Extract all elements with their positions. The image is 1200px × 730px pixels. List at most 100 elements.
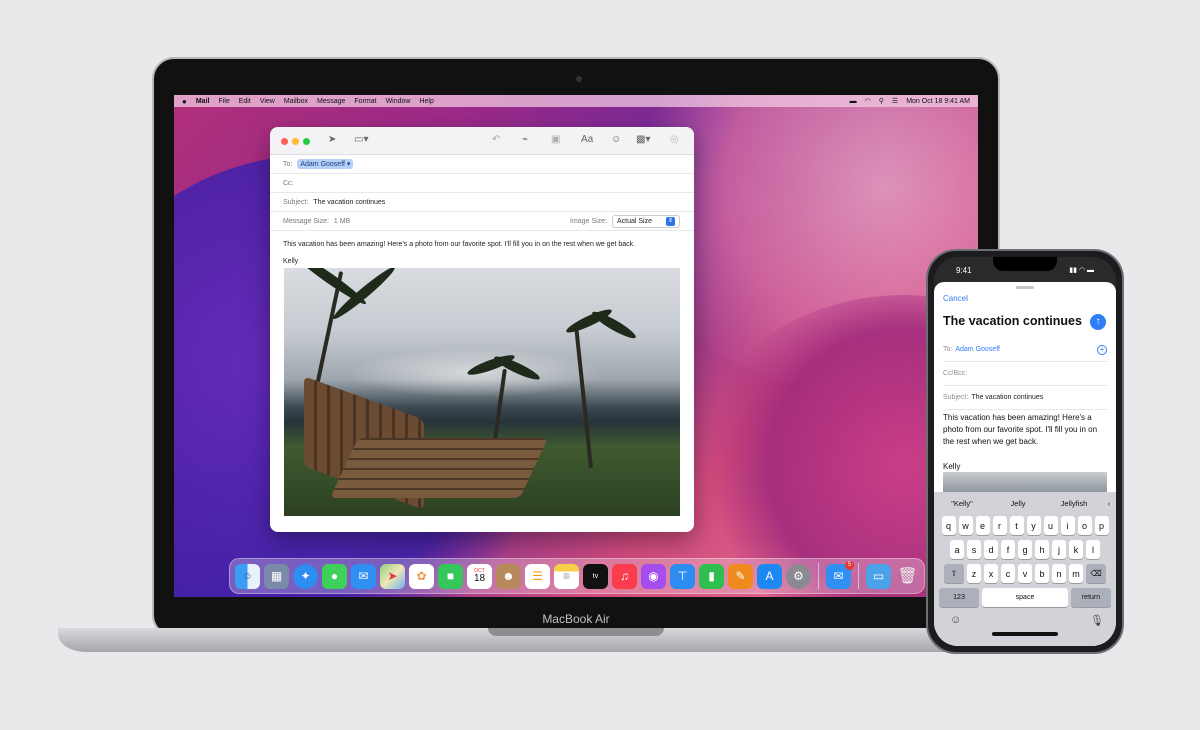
dock-tv[interactable]: tv bbox=[583, 563, 608, 589]
to-row[interactable]: To: Adam Gooseff ▾ bbox=[270, 155, 694, 174]
cc-bcc-row[interactable]: Cc/Bcc: bbox=[943, 362, 1107, 386]
menu-clock[interactable]: Mon Oct 18 9:41 AM bbox=[906, 98, 970, 105]
photo-browser-icon[interactable]: ▩▾ bbox=[636, 134, 650, 145]
key[interactable]: n bbox=[1052, 564, 1066, 583]
dock-messages[interactable]: ● bbox=[322, 563, 347, 589]
menu-view[interactable]: View bbox=[260, 98, 275, 105]
menu-mailbox[interactable]: Mailbox bbox=[284, 98, 308, 105]
key[interactable]: o bbox=[1077, 516, 1092, 535]
key[interactable]: j bbox=[1052, 540, 1066, 559]
subject-field[interactable]: The vacation continues bbox=[971, 394, 1043, 401]
send-button[interactable]: ↑ bbox=[1090, 314, 1106, 330]
key[interactable]: l bbox=[1086, 540, 1100, 559]
zoom-button[interactable] bbox=[303, 138, 310, 145]
close-button[interactable] bbox=[281, 138, 288, 145]
sheet-grabber[interactable] bbox=[1016, 286, 1034, 289]
suggestion[interactable]: Jellyfish bbox=[1046, 499, 1102, 508]
key[interactable]: b bbox=[1035, 564, 1049, 583]
key[interactable]: f bbox=[1001, 540, 1015, 559]
search-icon[interactable]: ⚲ bbox=[879, 97, 884, 105]
subject-field[interactable]: The vacation continues bbox=[313, 199, 385, 206]
format-icon[interactable]: Aa bbox=[581, 134, 593, 145]
emoji-icon[interactable]: ☺ bbox=[611, 134, 621, 145]
menu-window[interactable]: Window bbox=[386, 98, 411, 105]
image-size-select[interactable]: Actual Size ⇕ bbox=[611, 214, 680, 228]
key[interactable]: u bbox=[1043, 516, 1058, 535]
key[interactable]: z bbox=[967, 564, 981, 583]
key[interactable]: g bbox=[1018, 540, 1032, 559]
shift-key[interactable]: ⇧ bbox=[944, 564, 964, 583]
key[interactable]: k bbox=[1069, 540, 1083, 559]
microphone-icon[interactable]: 🎙 bbox=[1090, 614, 1104, 627]
add-recipient-icon[interactable]: + bbox=[1097, 344, 1107, 355]
reply-icon[interactable]: ↶ bbox=[492, 134, 500, 145]
attach-icon[interactable]: ⌁ bbox=[522, 134, 528, 145]
dock-podcasts[interactable]: ◉ bbox=[641, 563, 666, 589]
cc-row[interactable]: Cc: bbox=[270, 174, 694, 193]
dock-numbers[interactable]: ▮ bbox=[699, 563, 724, 589]
subject-row[interactable]: Subject: The vacation continues bbox=[270, 193, 694, 212]
key[interactable]: t bbox=[1009, 516, 1024, 535]
message-body[interactable]: This vacation has been amazing! Here's a… bbox=[943, 412, 1107, 448]
control-center-icon[interactable]: ☰ bbox=[892, 97, 898, 105]
attached-photo[interactable] bbox=[943, 472, 1107, 492]
subject-row[interactable]: Subject: The vacation continues bbox=[943, 386, 1107, 410]
menu-file[interactable]: File bbox=[218, 98, 229, 105]
dock-notes[interactable]: ≡ bbox=[554, 563, 579, 589]
send-icon[interactable]: ➤ bbox=[328, 134, 336, 145]
message-body[interactable]: This vacation has been amazing! Here's a… bbox=[283, 237, 635, 269]
dock-system-preferences[interactable]: ⚙ bbox=[786, 563, 811, 589]
to-row[interactable]: To: Adam Gooseff + bbox=[943, 338, 1107, 362]
key[interactable]: v bbox=[1018, 564, 1032, 583]
menu-message[interactable]: Message bbox=[317, 98, 345, 105]
space-key[interactable]: space bbox=[982, 588, 1068, 607]
key[interactable]: p bbox=[1094, 516, 1109, 535]
key[interactable]: i bbox=[1060, 516, 1075, 535]
attached-photo[interactable] bbox=[284, 268, 680, 516]
key[interactable]: x bbox=[984, 564, 998, 583]
dock-maps[interactable]: ➤ bbox=[380, 563, 405, 589]
key[interactable]: r bbox=[992, 516, 1007, 535]
cancel-button[interactable]: Cancel bbox=[943, 294, 968, 303]
key[interactable]: e bbox=[975, 516, 990, 535]
dock-app-store[interactable]: A bbox=[757, 563, 782, 589]
suggestion[interactable]: Jelly bbox=[990, 499, 1046, 508]
key[interactable]: a bbox=[950, 540, 964, 559]
key[interactable]: q bbox=[941, 516, 956, 535]
key[interactable]: w bbox=[958, 516, 973, 535]
key[interactable]: c bbox=[1001, 564, 1015, 583]
dock-contacts[interactable]: ☻ bbox=[496, 563, 521, 589]
minimize-button[interactable] bbox=[292, 138, 299, 145]
dock-safari[interactable]: ✦ bbox=[293, 563, 318, 589]
dock-mail[interactable]: ✉ bbox=[351, 563, 376, 589]
key[interactable]: h bbox=[1035, 540, 1049, 559]
delete-key[interactable]: ⌫ bbox=[1086, 564, 1106, 583]
suggestion[interactable]: "Kelly" bbox=[934, 499, 990, 508]
dock-finder[interactable]: ☺ bbox=[235, 563, 260, 589]
menu-app-name[interactable]: Mail bbox=[196, 98, 210, 105]
menu-edit[interactable]: Edit bbox=[239, 98, 251, 105]
key[interactable]: s bbox=[967, 540, 981, 559]
dock-facetime[interactable]: ■ bbox=[438, 563, 463, 589]
markup-icon[interactable]: ▣ bbox=[551, 134, 560, 145]
recipient-token[interactable]: Adam Gooseff ▾ bbox=[297, 159, 354, 169]
numbers-key[interactable]: 123 bbox=[939, 588, 979, 607]
battery-icon[interactable]: ▬ bbox=[850, 98, 857, 105]
dock-photos[interactable]: ✿ bbox=[409, 563, 434, 589]
dock-keynote[interactable]: ⊤ bbox=[670, 563, 695, 589]
return-key[interactable]: return bbox=[1071, 588, 1111, 607]
header-fields-icon[interactable]: ▭▾ bbox=[354, 134, 368, 145]
recipient-token[interactable]: Adam Gooseff bbox=[955, 346, 1000, 353]
apple-menu-icon[interactable]: ● bbox=[182, 97, 187, 106]
wifi-icon[interactable]: ◠ bbox=[865, 97, 871, 105]
dock-trash[interactable]: 🗑 bbox=[895, 564, 920, 589]
menu-format[interactable]: Format bbox=[354, 98, 376, 105]
emoji-icon[interactable]: ☺ bbox=[950, 614, 961, 626]
hide-my-email-icon[interactable]: ◎ bbox=[670, 134, 679, 145]
home-indicator[interactable] bbox=[992, 632, 1058, 636]
dock-reminders[interactable]: ☰ bbox=[525, 563, 550, 589]
dock-pages[interactable]: ✎ bbox=[728, 563, 753, 589]
key[interactable]: d bbox=[984, 540, 998, 559]
key[interactable]: y bbox=[1026, 516, 1041, 535]
key[interactable]: m bbox=[1069, 564, 1083, 583]
